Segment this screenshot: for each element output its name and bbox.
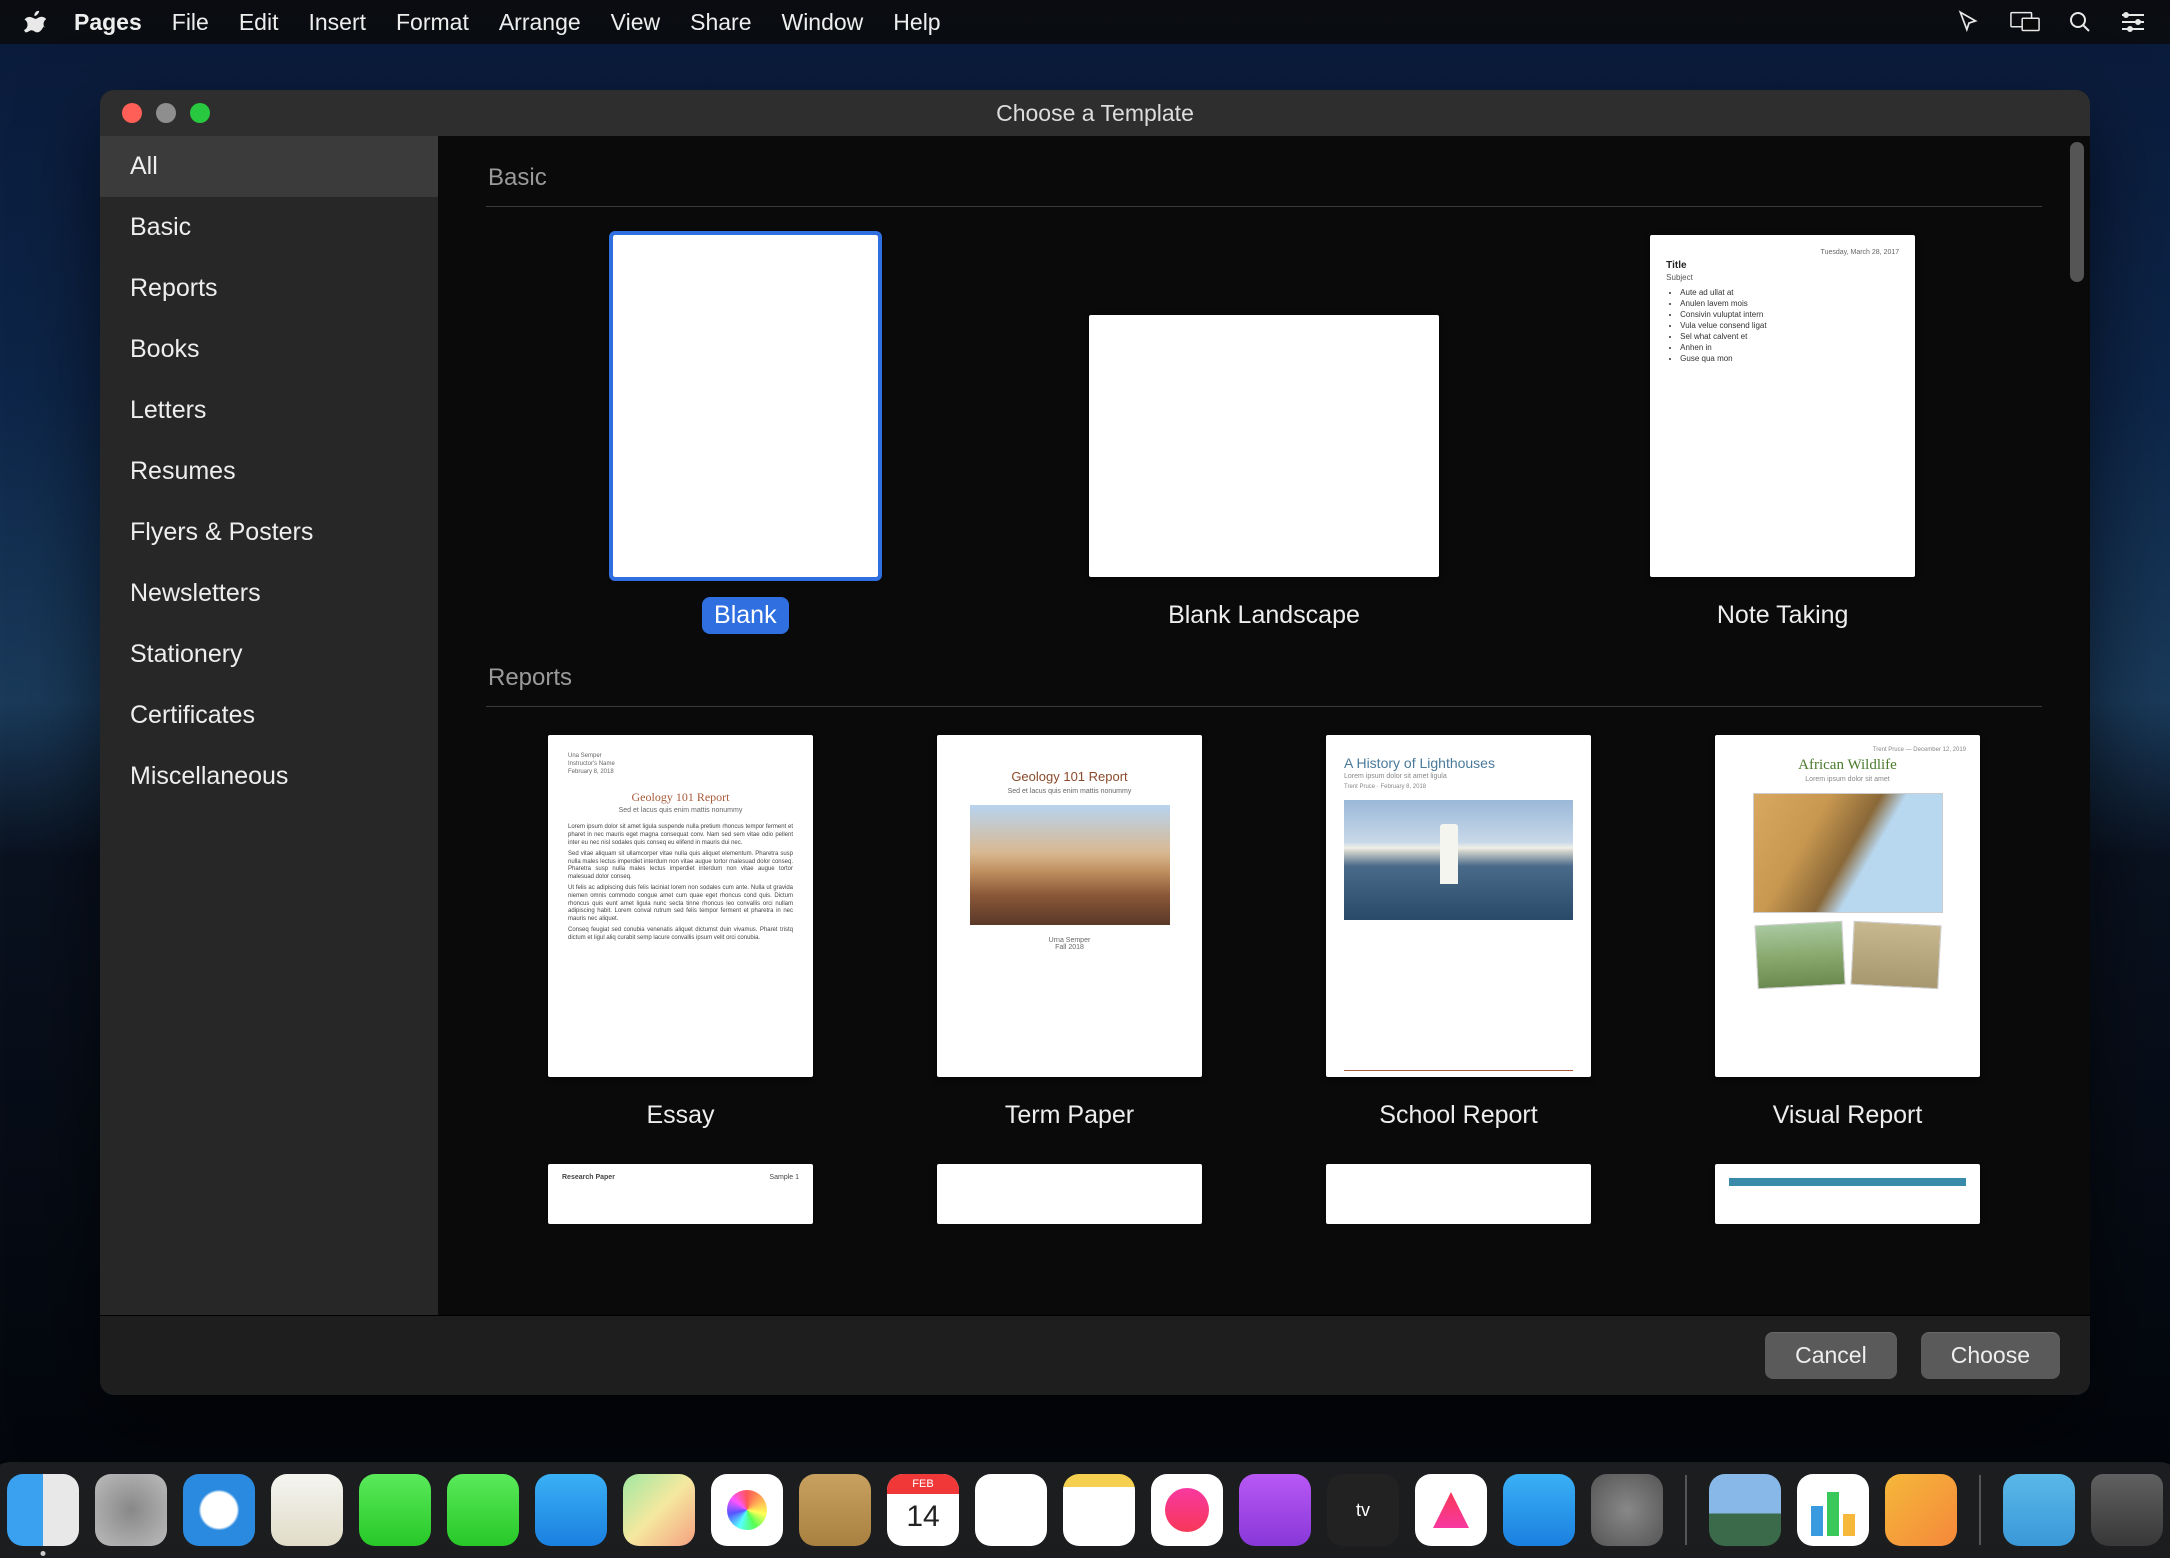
template-thumb <box>613 235 878 577</box>
template-thumb <box>1089 315 1439 577</box>
dock-trash[interactable] <box>2091 1474 2163 1546</box>
zoom-button[interactable] <box>190 103 210 123</box>
dock-separator <box>1685 1475 1687 1545</box>
title-bar: Choose a Template <box>100 90 2090 136</box>
menu-arrange[interactable]: Arrange <box>499 9 581 36</box>
template-thumb: Tuesday, March 28, 2017 Title Subject Au… <box>1650 235 1915 577</box>
template-partial-4[interactable] <box>1715 1164 1980 1224</box>
meerkat-image <box>1850 921 1941 990</box>
template-thumb: Una Semper Instructor's Name February 8,… <box>548 735 813 1077</box>
category-sidebar: All Basic Reports Books Letters Resumes … <box>100 136 438 1315</box>
menu-help[interactable]: Help <box>893 9 940 36</box>
sidebar-item-letters[interactable]: Letters <box>100 380 438 441</box>
template-label: Blank Landscape <box>1156 597 1372 634</box>
minimize-button[interactable] <box>156 103 176 123</box>
template-blank-landscape[interactable]: Blank Landscape <box>1089 235 1439 634</box>
sidebar-item-misc[interactable]: Miscellaneous <box>100 746 438 807</box>
template-label: Essay <box>634 1097 726 1134</box>
sidebar-item-flyers[interactable]: Flyers & Posters <box>100 502 438 563</box>
cancel-button[interactable]: Cancel <box>1765 1332 1897 1379</box>
sidebar-item-newsletters[interactable]: Newsletters <box>100 563 438 624</box>
menu-window[interactable]: Window <box>781 9 863 36</box>
dock-finder[interactable] <box>7 1474 79 1546</box>
dock-calendar[interactable]: FEB14 <box>887 1474 959 1546</box>
template-thumb: Geology 101 Report Sed et lacus quis eni… <box>937 735 1202 1077</box>
dock-addressbook[interactable] <box>799 1474 871 1546</box>
dock-charts[interactable] <box>1797 1474 1869 1546</box>
sidebar-item-basic[interactable]: Basic <box>100 197 438 258</box>
screen-mirror-icon[interactable] <box>2010 10 2040 34</box>
section-basic: Basic <box>488 164 2042 192</box>
dock-facetime[interactable] <box>447 1474 519 1546</box>
template-label: Visual Report <box>1761 1097 1935 1134</box>
choose-button[interactable]: Choose <box>1921 1332 2060 1379</box>
template-research-paper[interactable]: Research PaperSample 1 <box>548 1164 813 1224</box>
app-name[interactable]: Pages <box>74 9 142 36</box>
menu-insert[interactable]: Insert <box>308 9 366 36</box>
template-term-paper[interactable]: Geology 101 Report Sed et lacus quis eni… <box>937 735 1202 1134</box>
template-partial-3[interactable] <box>1326 1164 1591 1224</box>
sidebar-item-all[interactable]: All <box>100 136 438 197</box>
menu-file[interactable]: File <box>172 9 209 36</box>
template-visual-report[interactable]: Trent Pruce — December 12, 2019 African … <box>1715 735 1980 1134</box>
section-reports: Reports <box>488 664 2042 692</box>
sidebar-item-reports[interactable]: Reports <box>100 258 438 319</box>
template-label: Blank <box>702 597 789 634</box>
sidebar-item-stationery[interactable]: Stationery <box>100 624 438 685</box>
template-school-report[interactable]: A History of Lighthouses Lorem ipsum dol… <box>1326 735 1591 1134</box>
dock-appstore[interactable] <box>1503 1474 1575 1546</box>
template-partial-2[interactable] <box>937 1164 1202 1224</box>
scrollbar[interactable] <box>2070 142 2084 282</box>
dock-gallery[interactable] <box>1709 1474 1781 1546</box>
template-label: Note Taking <box>1705 597 1861 634</box>
canyon-image <box>970 805 1170 925</box>
menu-share[interactable]: Share <box>690 9 751 36</box>
template-label: School Report <box>1367 1097 1549 1134</box>
giraffe-image <box>1753 793 1943 913</box>
close-button[interactable] <box>122 103 142 123</box>
dock-downloads[interactable] <box>2003 1474 2075 1546</box>
menu-view[interactable]: View <box>611 9 660 36</box>
dock-numbers[interactable] <box>1885 1474 1957 1546</box>
dock-tv[interactable]: tv <box>1327 1474 1399 1546</box>
dock-notes[interactable] <box>1063 1474 1135 1546</box>
spotlight-icon[interactable] <box>2068 10 2092 34</box>
dock-maps[interactable] <box>623 1474 695 1546</box>
template-thumb: A History of Lighthouses Lorem ipsum dol… <box>1326 735 1591 1077</box>
dock-photos[interactable] <box>711 1474 783 1546</box>
apple-menu[interactable] <box>24 10 46 34</box>
dock: FEB14 tv <box>0 1462 2170 1558</box>
dock-separator <box>1979 1475 1981 1545</box>
dock-music[interactable] <box>1151 1474 1223 1546</box>
menu-format[interactable]: Format <box>396 9 469 36</box>
window-title: Choose a Template <box>100 100 2090 127</box>
window-footer: Cancel Choose <box>100 1315 2090 1395</box>
dock-launchpad[interactable] <box>95 1474 167 1546</box>
control-center-icon[interactable] <box>2120 11 2146 33</box>
dock-safari[interactable] <box>183 1474 255 1546</box>
dock-podcasts[interactable] <box>1239 1474 1311 1546</box>
template-grid: Basic Blank Blank Landscape Tuesday, Mar… <box>438 136 2090 1315</box>
dock-messages[interactable] <box>359 1474 431 1546</box>
template-note-taking[interactable]: Tuesday, March 28, 2017 Title Subject Au… <box>1650 235 1915 634</box>
template-blank[interactable]: Blank <box>613 235 878 634</box>
dock-news[interactable] <box>1415 1474 1487 1546</box>
template-chooser-window: Choose a Template All Basic Reports Book… <box>100 90 2090 1395</box>
template-essay[interactable]: Una Semper Instructor's Name February 8,… <box>548 735 813 1134</box>
template-thumb: Trent Pruce — December 12, 2019 African … <box>1715 735 1980 1077</box>
sidebar-item-books[interactable]: Books <box>100 319 438 380</box>
cursor-icon[interactable] <box>1956 9 1982 35</box>
menu-edit[interactable]: Edit <box>239 9 279 36</box>
template-label: Term Paper <box>993 1097 1146 1134</box>
elephant-image <box>1754 921 1845 990</box>
dock-mail[interactable] <box>271 1474 343 1546</box>
dock-contacts[interactable] <box>535 1474 607 1546</box>
lighthouse-image <box>1344 800 1573 920</box>
sidebar-item-resumes[interactable]: Resumes <box>100 441 438 502</box>
dock-reminders[interactable] <box>975 1474 1047 1546</box>
sidebar-item-certificates[interactable]: Certificates <box>100 685 438 746</box>
dock-settings[interactable] <box>1591 1474 1663 1546</box>
menu-bar: Pages File Edit Insert Format Arrange Vi… <box>0 0 2170 44</box>
